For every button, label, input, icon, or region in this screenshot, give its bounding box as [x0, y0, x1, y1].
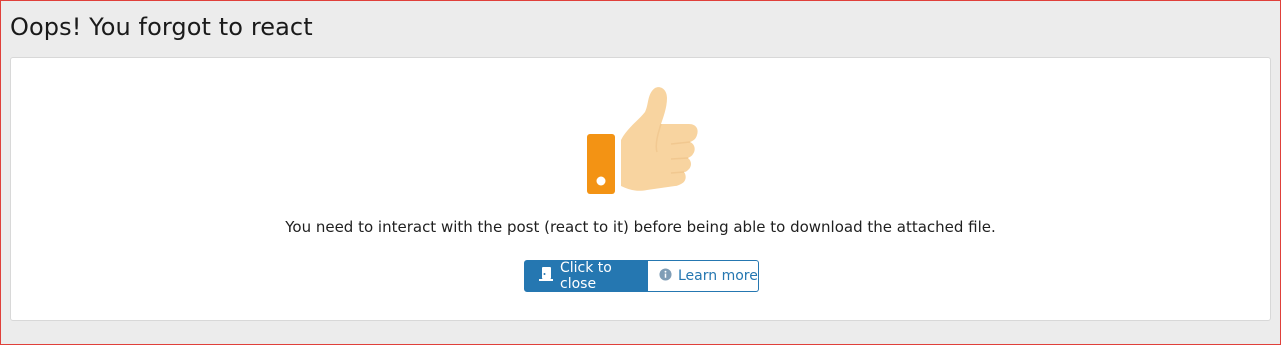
close-button[interactable]: Click to close: [524, 260, 648, 292]
thumbs-up-icon: [587, 87, 698, 194]
door-exit-icon: [538, 266, 554, 286]
dialog-frame: Oops! You forgot to react You need to in…: [0, 0, 1281, 345]
react-required-message: You need to interact with the post (reac…: [285, 218, 996, 236]
page-title: Oops! You forgot to react: [10, 13, 313, 41]
learn-more-button[interactable]: Learn more: [648, 260, 759, 292]
info-circle-icon: [659, 267, 672, 285]
learn-more-button-label: Learn more: [678, 268, 758, 284]
action-button-group: Click to close Learn more: [524, 260, 759, 292]
close-button-label: Click to close: [560, 260, 612, 292]
content-card: You need to interact with the post (reac…: [10, 57, 1271, 321]
